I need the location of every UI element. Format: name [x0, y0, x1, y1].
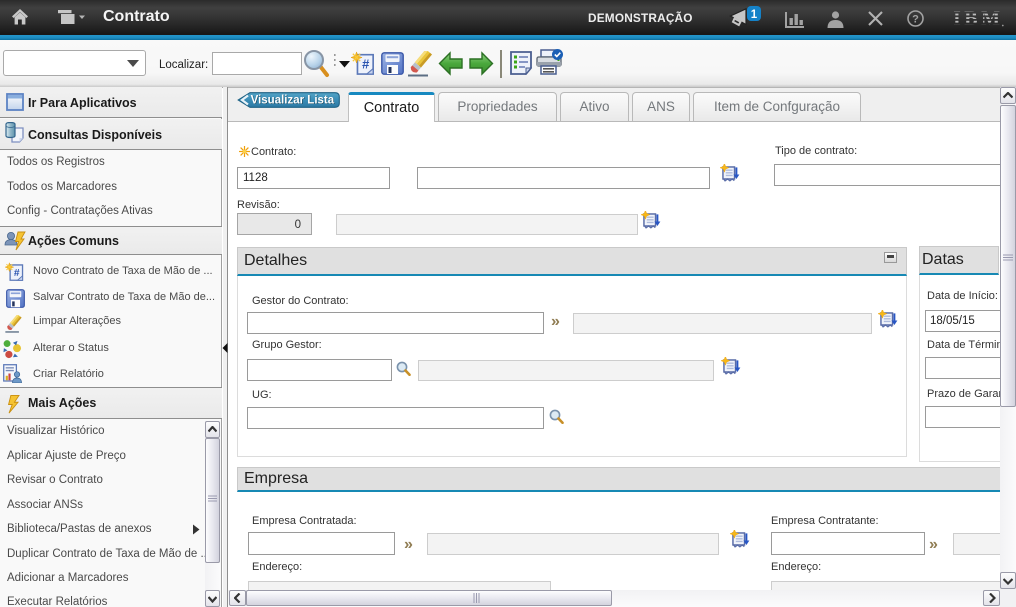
- svg-text:#: #: [14, 268, 20, 279]
- svg-text:Visualizar Lista: Visualizar Lista: [251, 95, 335, 107]
- svg-text:?: ?: [912, 14, 919, 26]
- svg-text:#: #: [362, 57, 369, 72]
- svg-text:1: 1: [751, 9, 758, 21]
